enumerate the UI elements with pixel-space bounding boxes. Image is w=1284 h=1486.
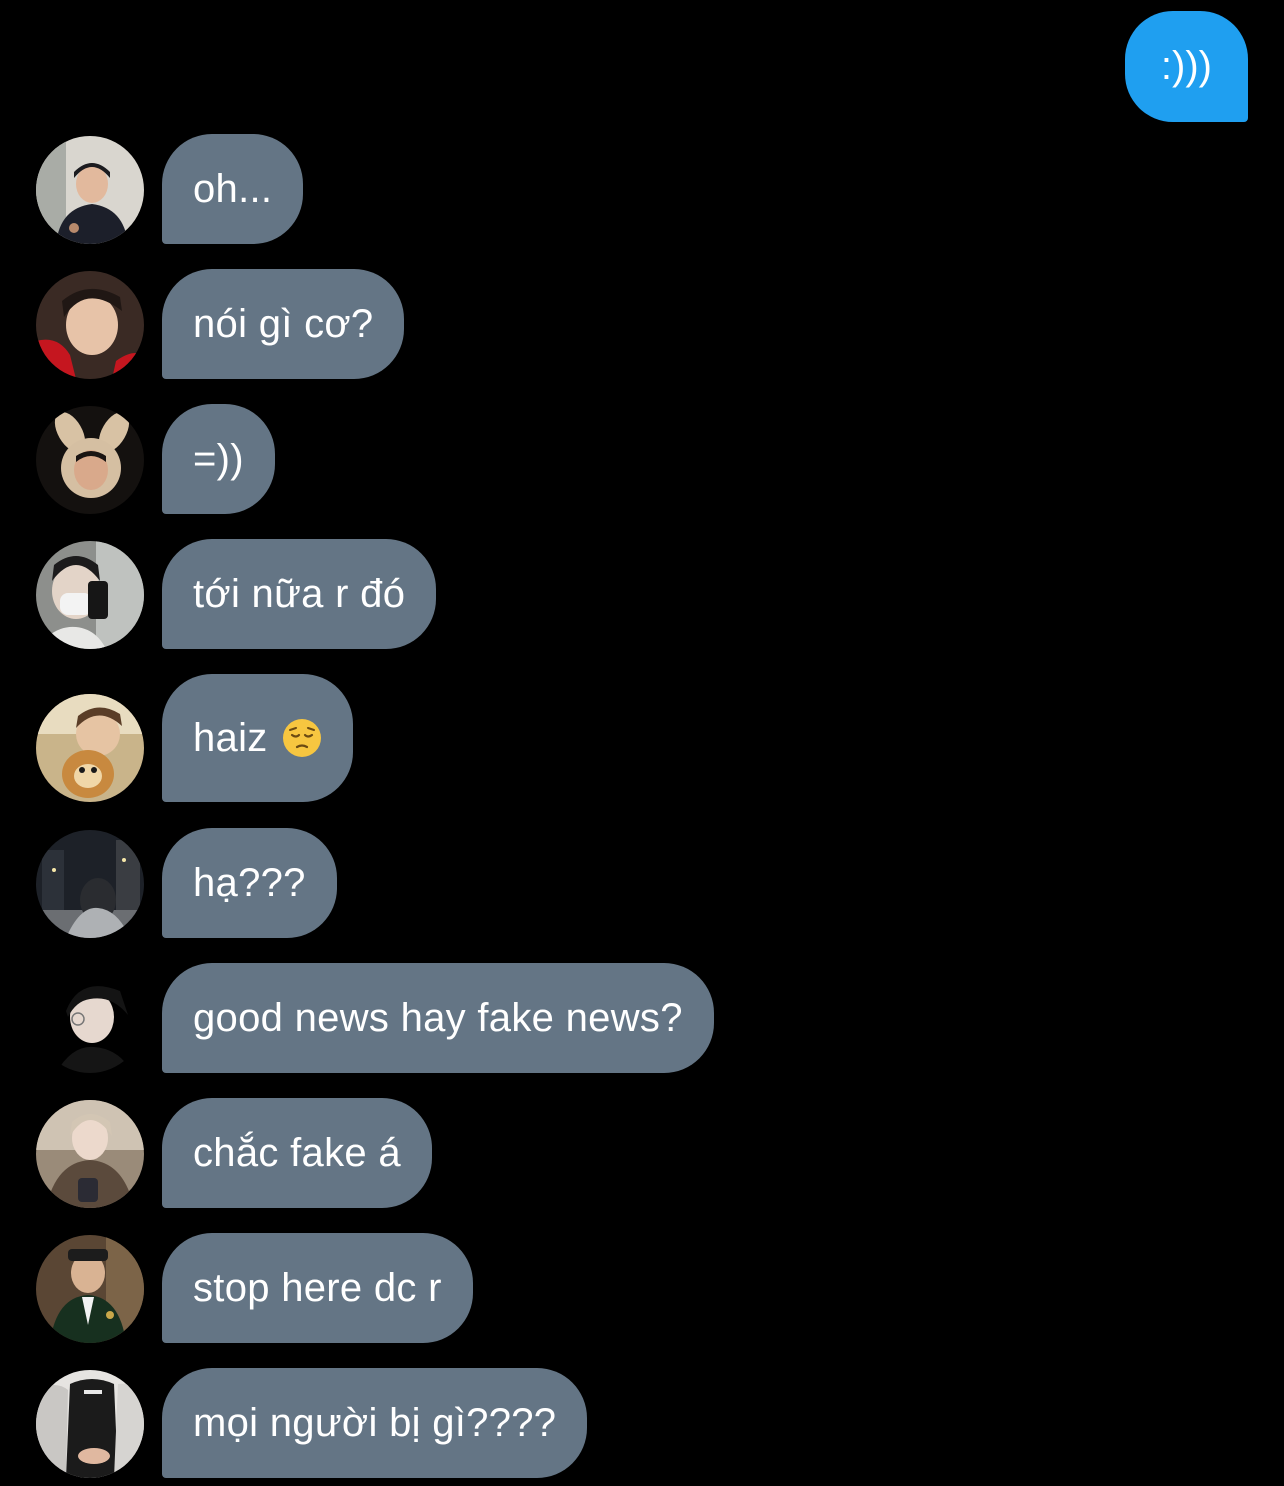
incoming-message-bubble[interactable]: mọi người bị gì???? [162,1368,588,1478]
incoming-message-row: stop here dc r [36,1233,473,1343]
pensive-face-icon [282,718,322,758]
avatar-photo-5[interactable] [36,694,144,802]
incoming-message-text: nói gì cơ? [193,301,374,346]
avatar-photo-4[interactable] [36,541,144,649]
incoming-message-row: oh... [36,134,304,244]
incoming-message-text: good news hay fake news? [193,995,683,1040]
incoming-message-bubble[interactable]: nói gì cơ? [162,269,405,379]
incoming-message-bubble[interactable]: haiz [162,674,353,802]
avatar-photo-6[interactable] [36,830,144,938]
avatar-photo-7[interactable] [36,965,144,1073]
incoming-message-bubble[interactable]: tới nữa r đó [162,539,437,649]
outgoing-message-bubble[interactable]: :))) [1124,11,1248,122]
avatar-photo-10[interactable] [36,1370,144,1478]
incoming-message-text: tới nữa r đó [193,571,406,616]
incoming-message-row: haiz [36,674,353,802]
outgoing-message-text: :))) [1160,44,1212,88]
incoming-message-text: oh... [193,166,273,211]
incoming-message-bubble[interactable]: =)) [162,404,275,514]
incoming-message-row: tới nữa r đó [36,539,437,649]
incoming-message-text: haiz [193,715,268,760]
incoming-message-text: =)) [193,436,244,481]
incoming-message-text: hạ??? [193,860,306,905]
chat-thread: :))) oh... nói gì cơ? =)) tới nữa r đó h… [0,0,1284,1486]
incoming-message-bubble[interactable]: chắc fake á [162,1098,432,1208]
incoming-message-text: chắc fake á [193,1130,401,1175]
incoming-message-row: mọi người bị gì???? [36,1368,588,1478]
incoming-message-bubble[interactable]: hạ??? [162,828,337,938]
incoming-message-bubble[interactable]: good news hay fake news? [162,963,714,1073]
incoming-message-row: hạ??? [36,828,337,938]
avatar-photo-8[interactable] [36,1100,144,1208]
incoming-message-text: stop here dc r [193,1265,442,1310]
avatar-photo-1[interactable] [36,136,144,244]
incoming-message-bubble[interactable]: stop here dc r [162,1233,473,1343]
incoming-message-row: =)) [36,404,275,514]
avatar-photo-3[interactable] [36,406,144,514]
avatar-photo-9[interactable] [36,1235,144,1343]
incoming-message-row: chắc fake á [36,1098,432,1208]
incoming-message-bubble[interactable]: oh... [162,134,304,244]
incoming-message-row: nói gì cơ? [36,269,405,379]
avatar-photo-2[interactable] [36,271,144,379]
incoming-message-row: good news hay fake news? [36,963,714,1073]
incoming-message-text: mọi người bị gì???? [193,1400,557,1445]
